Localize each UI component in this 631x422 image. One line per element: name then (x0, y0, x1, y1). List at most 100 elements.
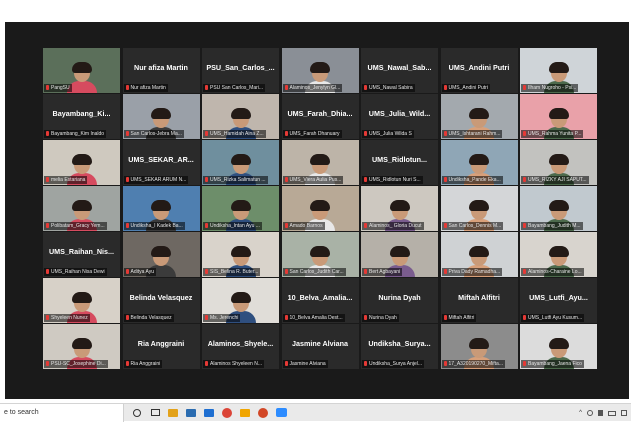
taskbar-search-box[interactable]: e to search (0, 403, 124, 422)
participant-name-label: PSU San Carlos_Mari... (203, 83, 266, 92)
participant-tile[interactable]: UMS_Farah_Dhia... UMS_Farah Dhanuary (281, 94, 359, 139)
participant-label-text: Alaminos Shyeleen N... (210, 360, 262, 367)
participant-tile[interactable]: Ilham Nugroho - Psi... (520, 48, 597, 93)
muted-mic-icon (523, 269, 526, 274)
chrome-icon[interactable] (218, 404, 236, 422)
cortana-icon[interactable] (128, 404, 146, 422)
participant-tile[interactable]: UMS_Ishtarani Rahm... (440, 94, 518, 139)
participant-name-label: UMS_RIZKY AJI SAPUT... (521, 175, 589, 184)
participant-tile[interactable]: Ms. Jerenchi (202, 278, 279, 323)
muted-mic-icon (46, 177, 49, 182)
windows-taskbar: e to search ^ (0, 403, 631, 422)
muted-mic-icon (364, 223, 367, 228)
participant-tile[interactable]: UMS_Lutfi_Ayu... UMS_Lutfi Ayu Kusum... (520, 278, 597, 323)
network-icon[interactable] (587, 410, 593, 416)
participant-label-text: UMS_Ishtarani Rahm... (448, 130, 501, 137)
participant-tile[interactable]: Jasmine Alviana Jasmine Alviana (281, 324, 359, 369)
participant-name-label: PangSU (44, 83, 72, 92)
participant-tile[interactable]: UMS_Ridlotun... UMS_Ridlotun Nuri S... (361, 140, 438, 185)
participant-tile[interactable]: San Carlos_Dennis M... (440, 186, 518, 231)
participant-name-label: San Carlos-Jebra Ma... (123, 129, 184, 138)
participant-tile[interactable]: UMS_Andini Putri UMS_Andini Putri (440, 48, 518, 93)
participant-tile[interactable]: Bayambang_Judith M... (520, 186, 597, 231)
participant-tile[interactable]: Miftah Alfitri Miftah Alfitri (440, 278, 518, 323)
notification-icon[interactable] (621, 410, 627, 416)
participant-tile[interactable]: Bert Agbayani (361, 232, 438, 277)
muted-mic-icon (46, 223, 49, 228)
participant-tile[interactable]: Alaminos_Jenylyn Gl... (281, 48, 359, 93)
participant-tile[interactable]: San Carlos_Judith Car... (281, 232, 359, 277)
mail-icon[interactable] (200, 404, 218, 422)
participant-tile[interactable]: Polibatam_Gracy Yem... (43, 186, 120, 231)
participant-tile[interactable]: Bayambang_Ki... Bayambang_Kim Inaldo (43, 94, 120, 139)
participant-tile[interactable]: Undiksha_Intan Ayu ... (202, 186, 279, 231)
participant-name-label: UMS_Rizka Salimatun ... (203, 175, 268, 184)
battery-icon[interactable] (608, 410, 616, 416)
volume-icon[interactable] (598, 410, 603, 416)
participant-tile[interactable]: UMS_Julia_Wild... UMS_Julia Wilda S (361, 94, 438, 139)
participant-display-name: Nur afiza Martin (134, 63, 188, 72)
participant-name-label: San Carlos_Dennis M... (441, 221, 504, 230)
participant-tile[interactable]: Aditya Ayu (122, 232, 200, 277)
participant-tile[interactable]: PSU_San_Carlos_... PSU San Carlos_Mari... (202, 48, 279, 93)
participant-label-text: Shyeleen Nunez (51, 314, 88, 321)
participant-tile[interactable]: UMS_RIZKY AJI SAPUT... (520, 140, 597, 185)
muted-mic-icon (46, 131, 49, 136)
store-icon[interactable] (182, 404, 200, 422)
participant-label-text: melia Estariana (51, 176, 86, 183)
participant-name-label: Bayambang_Judith M... (521, 221, 583, 230)
participant-display-name: Ria Anggraini (137, 339, 185, 348)
participant-display-name: Alaminos_Shyele... (207, 339, 274, 348)
zoom-icon[interactable] (272, 404, 290, 422)
participant-tile[interactable]: UMS_Rizka Salimatun ... (202, 140, 279, 185)
files-icon[interactable] (236, 404, 254, 422)
participant-name-label: Undiksha_Intan Ayu ... (203, 221, 262, 230)
participant-label-text: 17_A320190270_Mifta... (448, 360, 504, 367)
participant-name-label: UMS_Rahma Yunita P... (521, 129, 584, 138)
participant-tile[interactable]: Nurina Dyah Nurina Dyah (361, 278, 438, 323)
participant-tile[interactable]: Amado Barnos (281, 186, 359, 231)
file-explorer-icon[interactable] (164, 404, 182, 422)
participant-tile[interactable]: UMS_SEKAR_AR... UMS_SEKAR ARUM N... (122, 140, 200, 185)
participant-tile[interactable]: Belinda Velasquez Belinda Velasquez (122, 278, 200, 323)
participant-tile[interactable]: UMS_Nawal_Sab... UMS_Nawal Sabira (361, 48, 438, 93)
participant-label-text: 10_Belva Amalia Dest... (289, 314, 343, 321)
participant-tile[interactable]: Priva Dady Ramadha... (440, 232, 518, 277)
task-view-icon[interactable] (146, 404, 164, 422)
participant-tile[interactable]: PSU-SC_Josephine Di... (43, 324, 120, 369)
participant-tile[interactable]: Undiksha_Pande Eka... (440, 140, 518, 185)
participant-tile[interactable]: Alaminos_ Gloria Ducut (361, 186, 438, 231)
participant-tile[interactable]: Shyeleen Nunez (43, 278, 120, 323)
participant-tile[interactable]: 17_A320190270_Mifta... (440, 324, 518, 369)
participant-tile[interactable]: PangSU (43, 48, 120, 93)
participant-label-text: Bayambang_Judith M... (528, 222, 581, 229)
participant-label-text: Bert Agbayani (369, 268, 401, 275)
muted-mic-icon (284, 177, 288, 182)
participant-label-text: UMS_Hamidah Aina Z... (210, 130, 264, 137)
participant-tile[interactable]: San Carlos-Jebra Ma... (122, 94, 200, 139)
participant-tile[interactable]: SIS_Belina R. Buter... (202, 232, 279, 277)
participant-tile[interactable]: 10_Belva_Amalia... 10_Belva Amalia Dest..… (281, 278, 359, 323)
participant-name-label: Bayambang_Jaena Fico (521, 359, 584, 368)
participant-tile[interactable]: Undiksha_Surya... Undiksha_Surya Anjel... (361, 324, 438, 369)
powerpoint-icon[interactable] (254, 404, 272, 422)
video-conference-window: PangSU Nur afiza Martin Nur afiza Martin PS… (5, 22, 629, 399)
participant-tile[interactable]: UMS_Hamidah Aina Z... (202, 94, 279, 139)
participant-tile[interactable]: melia Estariana (43, 140, 120, 185)
muted-mic-icon (284, 361, 288, 366)
participant-name-label: Alaminos_ Gloria Ducut (362, 221, 424, 230)
participant-tile[interactable]: UMS_Viera Aulia Pus... (281, 140, 359, 185)
chevron-up-icon[interactable]: ^ (579, 410, 582, 416)
participant-tile[interactable]: Alaminos_Shyele... Alaminos Shyeleen N... (202, 324, 279, 369)
participant-tile[interactable]: UMS_Raihan_Nis... UMS_Raihan Nisa Dewi (43, 232, 120, 277)
participant-tile[interactable]: UMS_Rahma Yunita P... (520, 94, 597, 139)
participant-name-label: Alaminos_Jenylyn Gl... (282, 83, 343, 92)
participant-label-text: UMS_Rizka Salimatun ... (210, 176, 266, 183)
participant-tile[interactable]: Alaminos-Charaine Lo... (520, 232, 597, 277)
participant-tile[interactable]: Ria Anggraini Ria Anggraini (122, 324, 200, 369)
participant-tile[interactable]: Undiksha_I Kadek Ba... (122, 186, 200, 231)
muted-mic-icon (46, 361, 49, 366)
participant-tile[interactable]: Bayambang_Jaena Fico (520, 324, 597, 369)
participant-tile[interactable]: Nur afiza Martin Nur afiza Martin (122, 48, 200, 93)
participant-name-label: Priva Dady Ramadha... (441, 267, 503, 276)
